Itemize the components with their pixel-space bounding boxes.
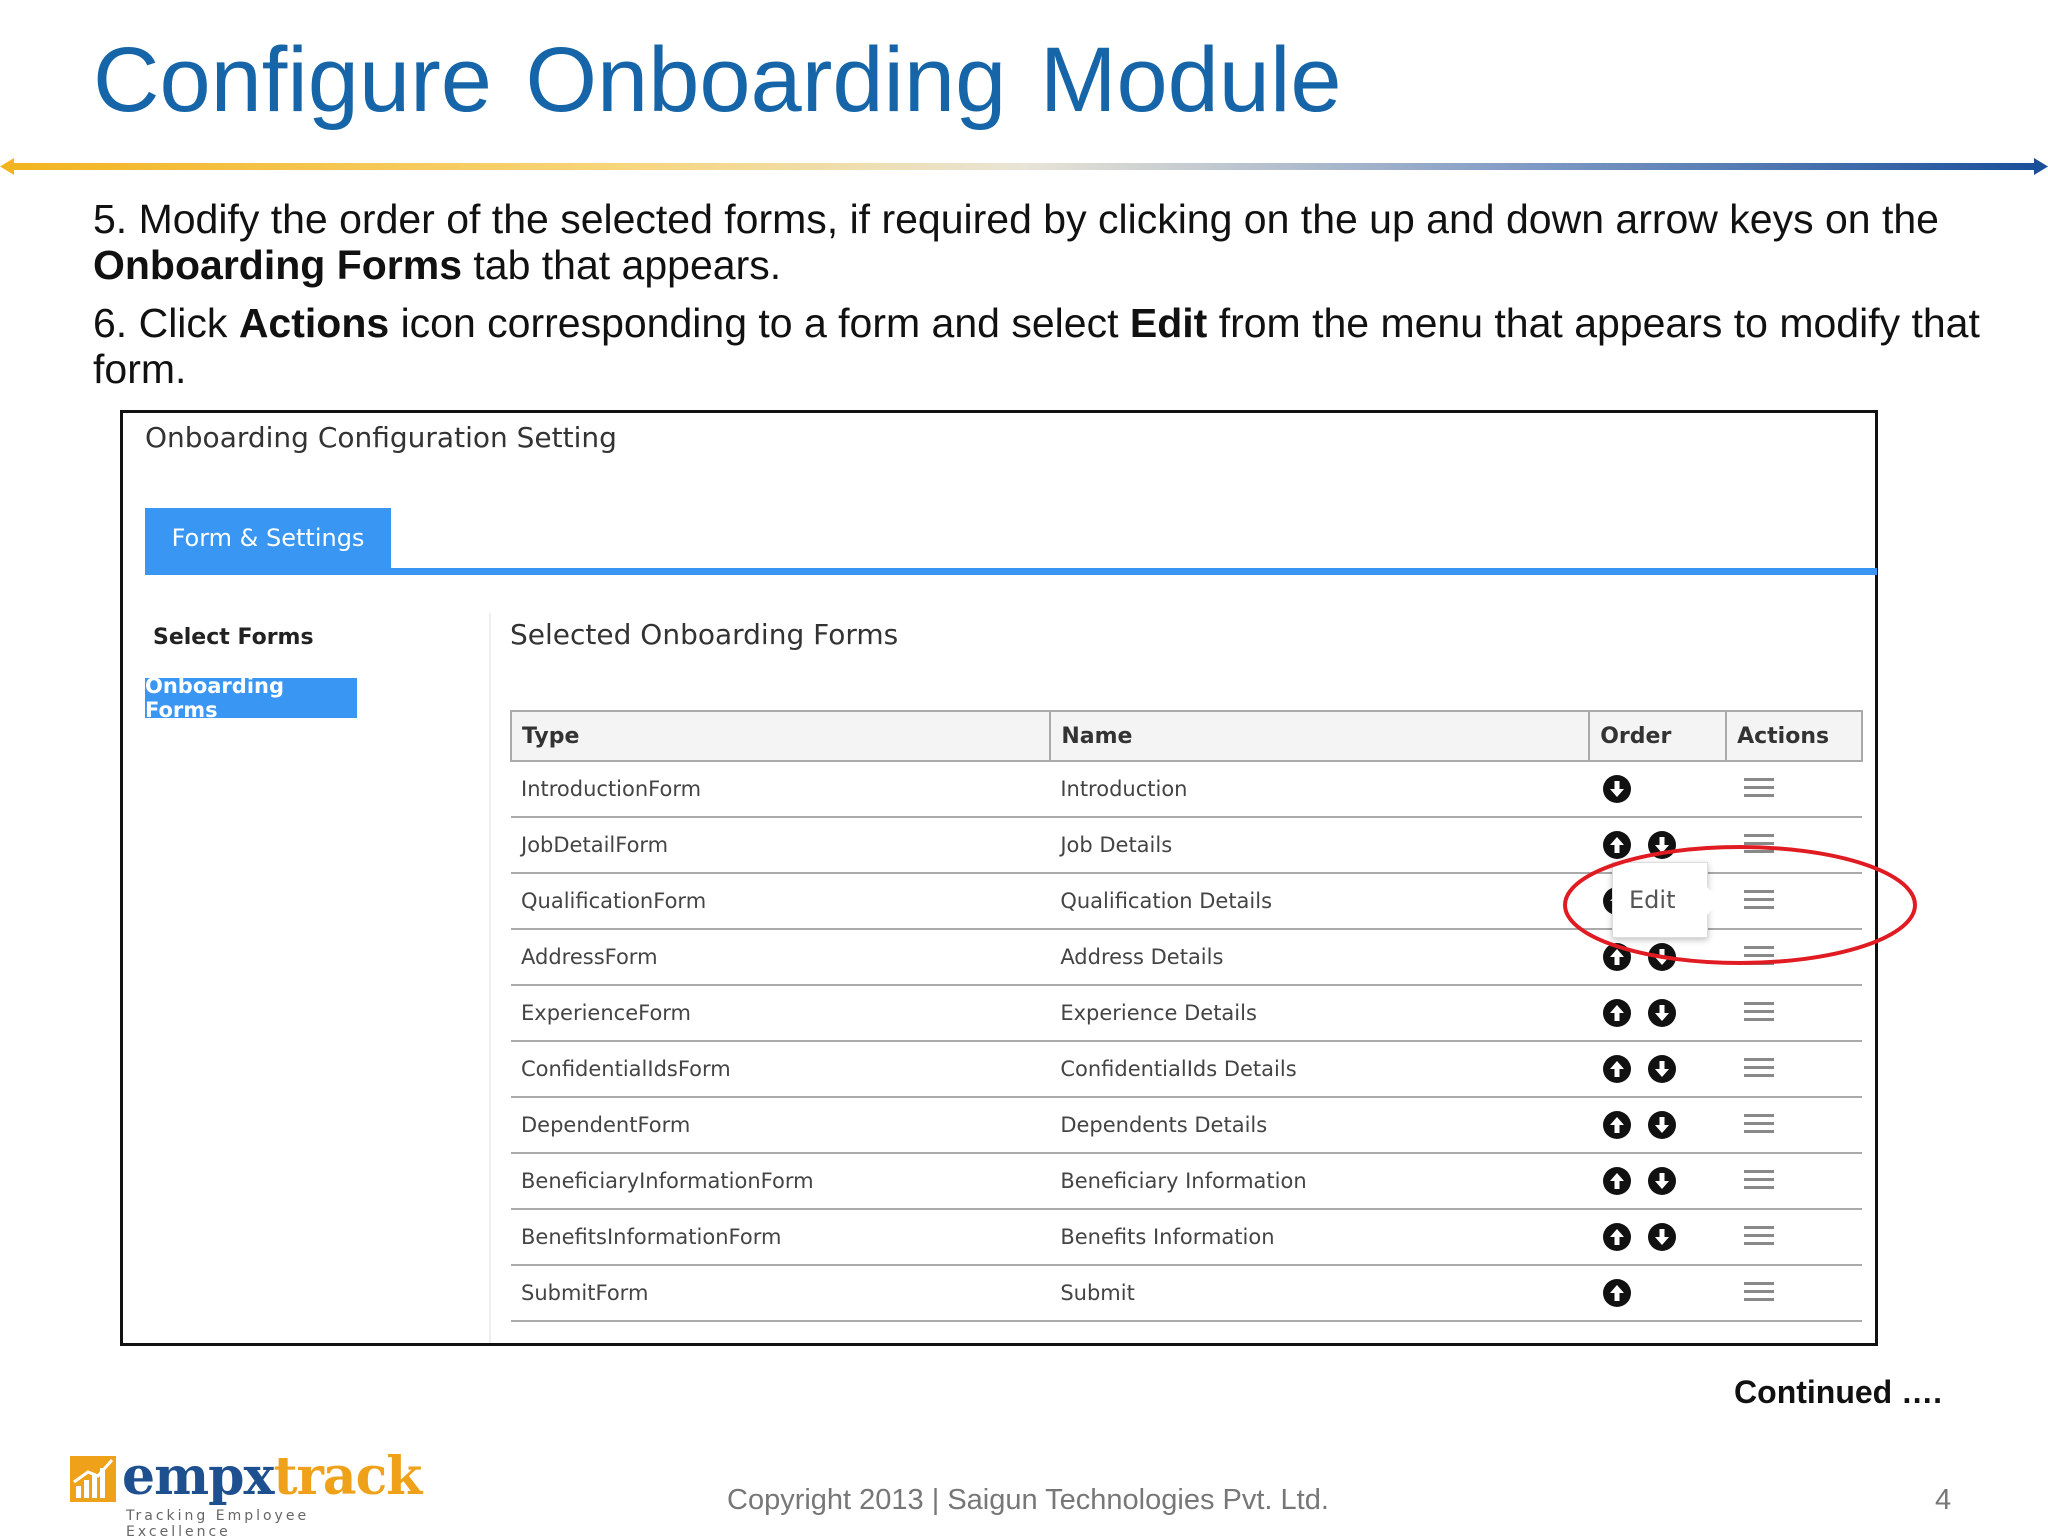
cell-order xyxy=(1589,1097,1727,1154)
move-down-icon[interactable] xyxy=(1648,1055,1677,1083)
cell-order xyxy=(1589,1041,1727,1098)
cell-actions xyxy=(1726,1097,1862,1154)
cell-name: Job Details xyxy=(1050,817,1590,874)
tab-underline xyxy=(145,568,1877,575)
cell-actions xyxy=(1726,1265,1862,1322)
config-page-title: Onboarding Configuration Setting xyxy=(145,421,617,454)
cell-actions xyxy=(1726,1041,1862,1098)
slide-title: Configure Onboarding Module xyxy=(93,29,1342,131)
logo-wordmark: empxtrack xyxy=(122,1446,422,1507)
cell-actions xyxy=(1726,761,1862,818)
cell-name: Submit xyxy=(1050,1265,1590,1322)
cell-type: ConfidentialIdsForm xyxy=(511,1041,1051,1098)
instruction-step-6: 6. Click Actions icon corresponding to a… xyxy=(93,300,1980,392)
cell-type: JobDetailForm xyxy=(511,817,1051,874)
cell-actions xyxy=(1726,1153,1862,1210)
move-down-icon[interactable] xyxy=(1648,1111,1677,1139)
actions-menu-icon[interactable] xyxy=(1744,1001,1775,1026)
sidebar-divider xyxy=(489,613,491,1343)
continued-note: Continued …. xyxy=(1734,1374,1942,1410)
cell-order xyxy=(1589,1265,1727,1322)
instruction-step-5: 5. Modify the order of the selected form… xyxy=(93,196,1939,288)
move-up-icon[interactable] xyxy=(1603,1167,1632,1195)
company-logo: empxtrack Tracking Employee Excellence xyxy=(70,1446,422,1536)
table-row: SubmitForm Submit xyxy=(511,1265,1862,1322)
page-number: 4 xyxy=(1935,1484,1952,1516)
header-actions: Actions xyxy=(1725,710,1863,762)
table-row: DependentForm Dependents Details xyxy=(511,1097,1862,1154)
cell-actions xyxy=(1726,985,1862,1042)
move-down-icon[interactable] xyxy=(1648,831,1677,859)
logo-tagline: Tracking Employee Excellence xyxy=(126,1508,310,1536)
move-down-icon[interactable] xyxy=(1603,775,1632,803)
cell-name: Beneficiary Information xyxy=(1050,1153,1590,1210)
cell-type: DependentForm xyxy=(511,1097,1051,1154)
cell-order xyxy=(1589,985,1727,1042)
section-title: Selected Onboarding Forms xyxy=(510,618,899,651)
header-order: Order xyxy=(1588,710,1728,762)
logo-chart-icon xyxy=(70,1456,116,1502)
move-up-icon[interactable] xyxy=(1603,831,1632,859)
cell-name: Experience Details xyxy=(1050,985,1590,1042)
tab-form-settings[interactable]: Form & Settings xyxy=(145,508,391,568)
cell-order xyxy=(1589,761,1727,818)
move-up-icon[interactable] xyxy=(1603,1223,1632,1251)
move-down-icon[interactable] xyxy=(1648,1167,1677,1195)
move-down-icon[interactable] xyxy=(1648,943,1677,971)
cell-type: ExperienceForm xyxy=(511,985,1051,1042)
cell-name: Address Details xyxy=(1050,929,1590,986)
cell-order xyxy=(1589,1153,1727,1210)
actions-menu-icon[interactable] xyxy=(1744,1281,1775,1306)
move-up-icon[interactable] xyxy=(1603,1279,1632,1307)
actions-menu-icon[interactable] xyxy=(1744,777,1775,802)
cell-name: Benefits Information xyxy=(1050,1209,1590,1266)
cell-order xyxy=(1589,1209,1727,1266)
cell-actions xyxy=(1726,873,1862,930)
move-up-icon[interactable] xyxy=(1603,1111,1632,1139)
actions-menu-icon[interactable] xyxy=(1744,889,1775,914)
table-row: BenefitsInformationForm Benefits Informat… xyxy=(511,1209,1862,1266)
header-type: Type xyxy=(509,710,1052,762)
table-header-row: Type Name Order Actions xyxy=(509,710,1863,762)
title-divider xyxy=(0,158,2048,175)
cell-name: Dependents Details xyxy=(1050,1097,1590,1154)
cell-name: Qualification Details xyxy=(1050,873,1590,930)
cell-actions xyxy=(1726,817,1862,874)
cell-type: QualificationForm xyxy=(511,873,1051,930)
move-down-icon[interactable] xyxy=(1648,999,1677,1027)
move-up-icon[interactable] xyxy=(1603,999,1632,1027)
forms-table: Type Name Order Actions IntroductionForm… xyxy=(509,710,1863,1322)
cell-actions xyxy=(1726,929,1862,986)
cell-type: AddressForm xyxy=(511,929,1051,986)
table-row: IntroductionForm Introduction xyxy=(511,761,1862,818)
actions-menu-icon[interactable] xyxy=(1744,945,1775,970)
sidebar-heading: Select Forms xyxy=(153,625,314,650)
sidebar-item-onboarding-forms[interactable]: Onboarding Forms xyxy=(145,674,357,722)
cell-type: BenefitsInformationForm xyxy=(511,1209,1051,1266)
actions-menu-icon[interactable] xyxy=(1744,833,1775,858)
cell-type: BeneficiaryInformationForm xyxy=(511,1153,1051,1210)
footer-copyright: Copyright 2013 | Saigun Technologies Pvt… xyxy=(727,1484,1329,1516)
cell-name: Introduction xyxy=(1050,761,1590,818)
move-up-icon[interactable] xyxy=(1603,943,1632,971)
actions-menu-icon[interactable] xyxy=(1744,1169,1775,1194)
table-row: BeneficiaryInformationForm Beneficiary In… xyxy=(511,1153,1862,1210)
move-up-icon[interactable] xyxy=(1603,1055,1632,1083)
edit-menu-item[interactable]: Edit xyxy=(1612,862,1721,938)
cell-name: ConfidentialIds Details xyxy=(1050,1041,1590,1098)
table-row: ConfidentialIdsForm ConfidentialIds Detai… xyxy=(511,1041,1862,1098)
actions-menu-icon[interactable] xyxy=(1744,1225,1775,1250)
actions-menu-icon[interactable] xyxy=(1744,1113,1775,1138)
cell-type: IntroductionForm xyxy=(511,761,1051,818)
table-row: ExperienceForm Experience Details xyxy=(511,985,1862,1042)
cell-actions xyxy=(1726,1209,1862,1266)
cell-type: SubmitForm xyxy=(511,1265,1051,1322)
header-name: Name xyxy=(1049,710,1591,762)
move-down-icon[interactable] xyxy=(1648,1223,1677,1251)
actions-menu-icon[interactable] xyxy=(1744,1057,1775,1082)
